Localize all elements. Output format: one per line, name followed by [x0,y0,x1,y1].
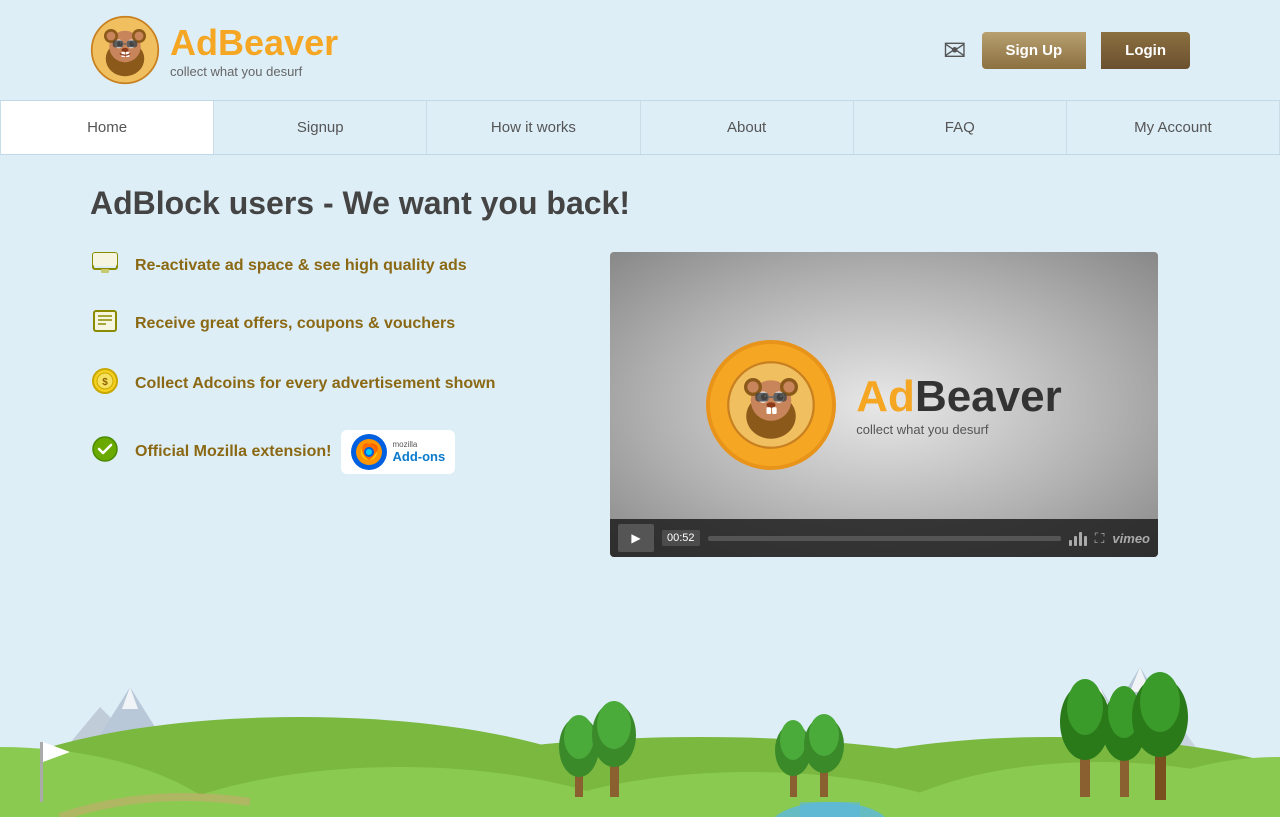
feature-adcoins: $ Collect Adcoins for every advertisemen… [90,368,570,400]
signup-button[interactable]: Sign Up [982,32,1087,69]
monitor-icon [90,252,120,280]
nav-about[interactable]: About [641,101,854,154]
logo-ad: Ad [170,22,218,63]
addons-label: Add-ons [392,449,445,464]
play-button[interactable] [618,524,654,552]
video-logo-circle [706,340,836,470]
video-time: 00:52 [662,530,700,546]
video-player: AdBeaver collect what you desurf 00:52 [610,252,1158,557]
content-area: Re-activate ad space & see high quality … [90,252,1190,557]
svg-text:$: $ [102,377,108,388]
nav-home[interactable]: Home [0,101,214,154]
firefox-logo-icon [351,434,387,470]
fullscreen-button[interactable]: ⛶ [1095,530,1105,547]
video-brand-text: AdBeaver collect what you desurf [856,372,1061,437]
mozilla-row: Official Mozilla extension! [135,430,455,474]
feature-reactivate: Re-activate ad space & see high quality … [90,252,570,280]
addons-text: mozilla Add-ons [392,440,445,464]
login-button[interactable]: Login [1101,32,1190,69]
video-controls: 00:52 ⛶ vimeo [610,519,1158,557]
vbar-3 [1079,532,1082,546]
page-headline: AdBlock users - We want you back! [90,185,1190,222]
nav-how-it-works[interactable]: How it works [427,101,640,154]
landscape-svg [0,587,1280,817]
features-list: Re-activate ad space & see high quality … [90,252,570,504]
video-content: AdBeaver collect what you desurf [610,252,1158,557]
nav-signup[interactable]: Signup [214,101,427,154]
feature-adcoins-text: Collect Adcoins for every advertisement … [135,375,495,393]
logo-text: AdBeaver collect what you desurf [170,22,338,79]
feature-offers: Receive great offers, coupons & vouchers [90,310,570,338]
volume-indicator [1069,530,1087,546]
mail-icon[interactable]: ✉ [943,34,966,67]
nav-faq[interactable]: FAQ [854,101,1067,154]
vimeo-logo: vimeo [1112,531,1150,546]
header: AdBeaver collect what you desurf ✉ Sign … [0,0,1280,100]
landscape-scene [0,587,1280,817]
main-content: AdBlock users - We want you back! Re-act… [0,155,1280,577]
check-circle-icon [90,436,120,468]
vbar-1 [1069,540,1072,546]
feature-mozilla: Official Mozilla extension! [90,430,570,474]
logo-beaver-text: Beaver [218,22,338,63]
feature-mozilla-text: Official Mozilla extension! [135,443,331,461]
firefox-addons-badge[interactable]: mozilla Add-ons [341,430,455,474]
nav-my-account[interactable]: My Account [1067,101,1280,154]
logo-beaver-icon [90,15,160,85]
vbar-4 [1084,536,1087,546]
video-beaver-icon [726,360,816,450]
header-actions: ✉ Sign Up Login [943,32,1190,69]
feature-offers-text: Receive great offers, coupons & vouchers [135,315,455,333]
progress-bar[interactable] [708,536,1061,541]
navigation: Home Signup How it works About FAQ My Ac… [0,100,1280,155]
logo-brand: AdBeaver [170,22,338,64]
list-icon [90,310,120,338]
vbar-2 [1074,536,1077,546]
coin-icon: $ [90,368,120,400]
logo-area: AdBeaver collect what you desurf [90,15,338,85]
logo-tagline: collect what you desurf [170,64,338,79]
feature-reactivate-text: Re-activate ad space & see high quality … [135,257,467,275]
